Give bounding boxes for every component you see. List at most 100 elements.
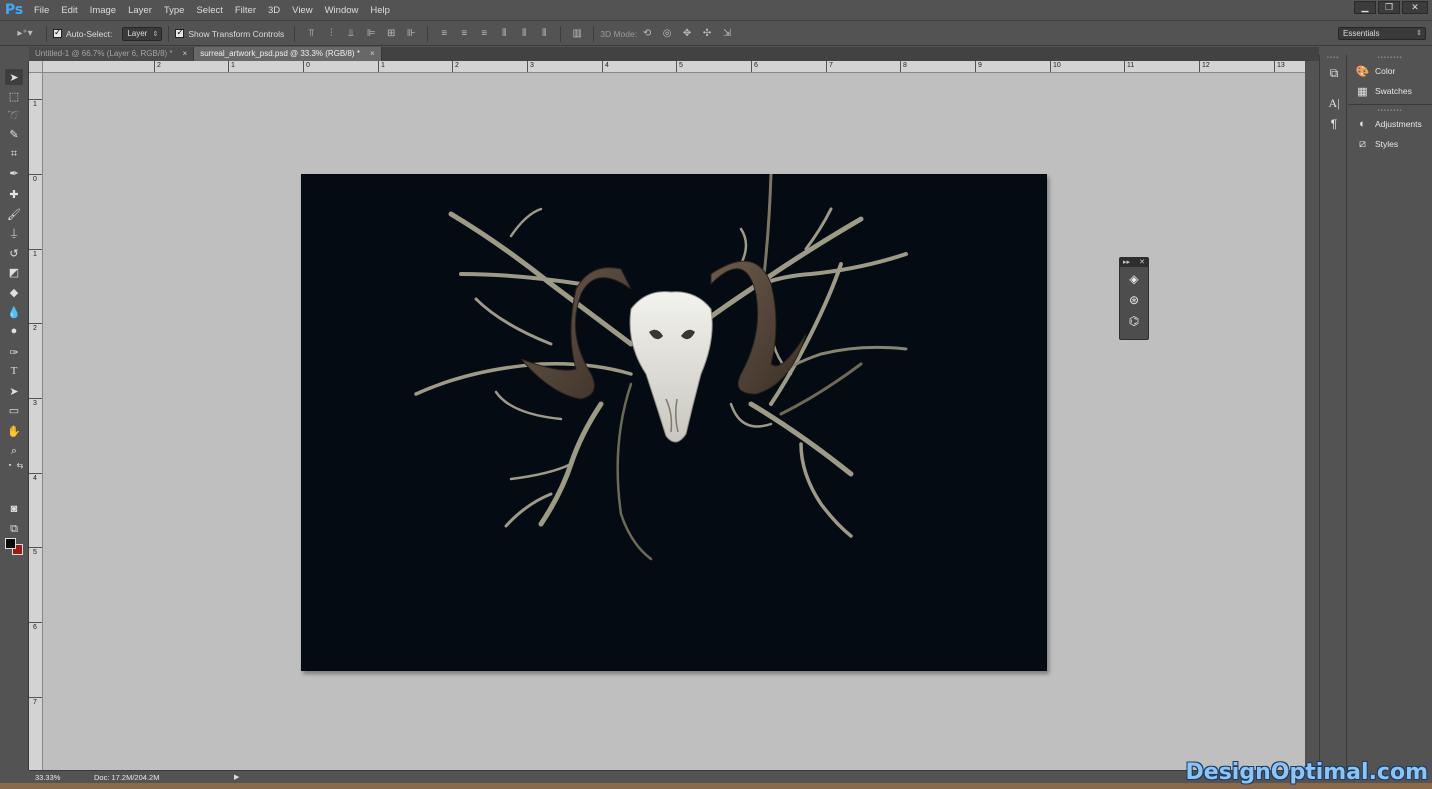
menu-view[interactable]: View [286, 0, 318, 21]
close-tab-icon[interactable]: × [370, 47, 375, 61]
align-bottom-edges-icon[interactable]: ⫫ [345, 28, 357, 40]
pen-tool-icon[interactable]: ✑ [5, 344, 23, 360]
align-horizontal-centers-icon[interactable]: ⊞ [385, 28, 397, 40]
paint-bucket-tool-icon[interactable]: ◆ [5, 284, 23, 300]
paths-icon[interactable]: ⌬ [1125, 312, 1143, 330]
restore-button[interactable]: ❐ [1378, 1, 1400, 14]
menu-bar: Ps File Edit Image Layer Type Select Fil… [0, 0, 1432, 21]
collapse-icon[interactable]: ▸▸ [1123, 258, 1130, 267]
lasso-tool-icon[interactable]: ➰ [5, 107, 23, 123]
menu-help[interactable]: Help [364, 0, 396, 21]
quick-mask-icon[interactable]: ◙ [5, 501, 23, 517]
3d-scale-icon[interactable]: ⇲ [721, 28, 733, 40]
vertical-ruler[interactable]: 1 0 1 2 3 4 5 6 7 [29, 73, 43, 770]
show-transform-controls-checkbox[interactable]: Show Transform Controls [175, 27, 284, 39]
distribute-left-icon[interactable]: ⦀ [498, 28, 510, 40]
move-tool-preset-icon[interactable]: ▸⁺▾ [14, 28, 36, 40]
swap-colors-icon[interactable]: ⇆ [15, 460, 25, 470]
move-tool-icon[interactable]: ➤ [5, 69, 23, 85]
close-tab-icon[interactable]: × [183, 47, 188, 61]
close-icon[interactable]: ✕ [1139, 258, 1145, 267]
type-tool-icon[interactable]: T [5, 363, 23, 379]
canvas-pasteboard[interactable] [43, 73, 1305, 770]
separator [427, 25, 429, 42]
foreground-color-swatch[interactable] [5, 538, 16, 549]
panel-label: Swatches [1375, 86, 1412, 96]
ruler-tick-label: 7 [29, 697, 42, 707]
panel-styles[interactable]: ⧄ Styles [1348, 134, 1432, 154]
distribute-top-icon[interactable]: ≡ [438, 28, 450, 40]
menu-3d[interactable]: 3D [262, 0, 286, 21]
3d-roll-icon[interactable]: ◎ [661, 28, 673, 40]
healing-brush-tool-icon[interactable]: ✚ [5, 186, 23, 202]
rectangle-tool-icon[interactable]: ▭ [5, 402, 23, 418]
document-canvas[interactable] [301, 174, 1047, 671]
menu-window[interactable]: Window [319, 0, 365, 21]
swatches-grid-icon: ▦ [1357, 85, 1368, 98]
ruler-tick-label: 9 [975, 61, 982, 72]
horizontal-ruler[interactable]: 2 1 0 1 2 3 4 5 6 7 8 9 10 11 12 13 [43, 61, 1305, 73]
menu-image[interactable]: Image [84, 0, 122, 21]
distribute-vcenter-icon[interactable]: ≡ [458, 28, 470, 40]
align-top-edges-icon[interactable]: ⫪ [305, 28, 317, 40]
menu-select[interactable]: Select [190, 0, 228, 21]
tab-untitled-1[interactable]: Untitled-1 @ 66.7% (Layer 6, RGB/8) * × [29, 47, 195, 61]
menu-file[interactable]: File [28, 0, 55, 21]
channels-icon[interactable]: ⊛ [1125, 291, 1143, 309]
panel-grip[interactable]: ▪▪▪▪ [1320, 55, 1346, 61]
document-tabs: Untitled-1 @ 66.7% (Layer 6, RGB/8) * × … [29, 47, 1319, 61]
brush-tool-icon[interactable]: 🖌 [5, 206, 23, 222]
vertical-scrollbar[interactable] [1305, 61, 1319, 770]
workspace-dropdown[interactable]: Essentials [1338, 27, 1426, 40]
clone-stamp-tool-icon[interactable]: ⍊ [5, 225, 23, 241]
character-icon[interactable]: A| [1326, 95, 1342, 111]
document-size-info: Doc: 17.2M/204.2M [94, 772, 160, 782]
separator [46, 25, 47, 42]
3d-rotate-icon[interactable]: ⟲ [641, 28, 653, 40]
hand-tool-icon[interactable]: ✋ [5, 423, 23, 439]
default-colors-icon[interactable]: ▪ [5, 460, 15, 470]
paragraph-icon[interactable]: ¶ [1326, 116, 1342, 132]
auto-select-checkbox[interactable]: Auto-Select: [53, 27, 112, 39]
history-icon[interactable]: ⧉ [1326, 65, 1342, 81]
quick-selection-tool-icon[interactable]: ✎ [5, 126, 23, 142]
zoom-tool-icon[interactable]: ⌕ [5, 443, 23, 459]
minimize-button[interactable]: ▁ [1354, 1, 1376, 14]
status-menu-arrow-icon[interactable]: ▶ [234, 773, 239, 781]
layers-icon[interactable]: ◈ [1125, 270, 1143, 288]
close-button[interactable]: ✕ [1402, 1, 1428, 14]
panel-swatches[interactable]: ▦ Swatches [1348, 81, 1432, 101]
screen-mode-icon[interactable]: ⧉ [5, 521, 23, 537]
menu-type[interactable]: Type [158, 0, 191, 21]
ruler-origin[interactable] [29, 61, 43, 73]
zoom-level[interactable]: 33.33% [29, 773, 69, 782]
3d-pan-icon[interactable]: ✥ [681, 28, 693, 40]
eraser-tool-icon[interactable]: ◩ [5, 264, 23, 280]
panel-adjustments[interactable]: ◐ Adjustments [1348, 114, 1432, 134]
distribute-right-icon[interactable]: ⦀ [538, 28, 550, 40]
align-left-edges-icon[interactable]: ⊫ [365, 28, 377, 40]
dodge-tool-icon[interactable]: ● [5, 323, 23, 339]
tab-surreal-artwork[interactable]: surreal_artwork_psd.psd @ 33.3% (RGB/8) … [194, 47, 382, 61]
distribute-bottom-icon[interactable]: ≡ [478, 28, 490, 40]
path-selection-tool-icon[interactable]: ➤ [5, 383, 23, 399]
marquee-tool-icon[interactable]: ⬚ [5, 88, 23, 104]
align-right-edges-icon[interactable]: ⊪ [405, 28, 417, 40]
history-brush-tool-icon[interactable]: ↺ [5, 245, 23, 261]
distribute-hcenter-icon[interactable]: ⦀ [518, 28, 530, 40]
floating-panel-header[interactable]: ▸▸ ✕ [1120, 258, 1148, 267]
auto-select-target-dropdown[interactable]: Layer [122, 26, 163, 41]
auto-align-layers-icon[interactable]: ▥ [571, 28, 583, 40]
menu-filter[interactable]: Filter [229, 0, 262, 21]
menu-edit[interactable]: Edit [55, 0, 83, 21]
checkbox-check-icon [53, 27, 62, 38]
panel-color[interactable]: 🎨 Color [1348, 61, 1432, 81]
3d-slide-icon[interactable]: ✣ [701, 28, 713, 40]
separator [593, 25, 595, 42]
menu-layer[interactable]: Layer [122, 0, 158, 21]
blur-tool-icon[interactable]: 💧 [5, 304, 23, 320]
floating-panel-dock[interactable]: ▸▸ ✕ ◈ ⊛ ⌬ [1119, 257, 1149, 340]
align-vertical-centers-icon[interactable]: ⫶ [325, 28, 337, 40]
eyedropper-tool-icon[interactable]: ✒ [5, 165, 23, 181]
crop-tool-icon[interactable]: ⌗ [5, 146, 23, 162]
